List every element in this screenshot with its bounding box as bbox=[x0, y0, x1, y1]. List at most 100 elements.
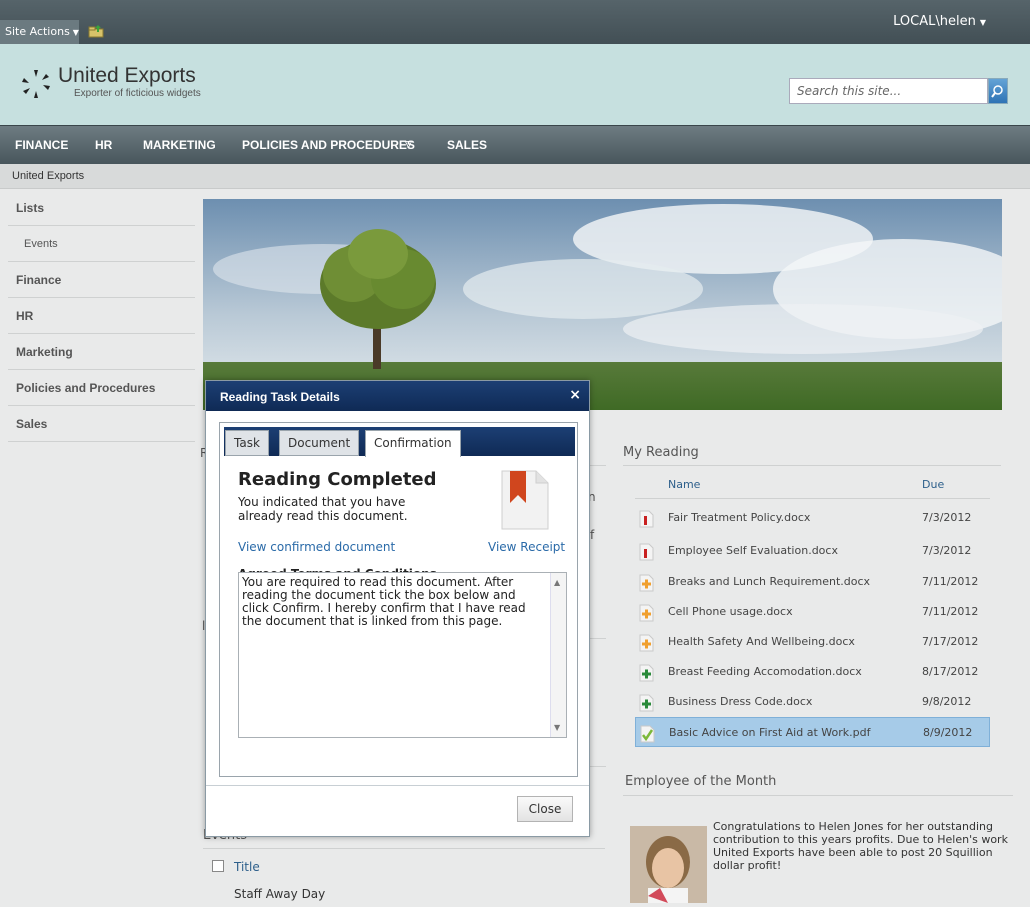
document-status-icon bbox=[639, 694, 654, 712]
reading-due-date: 8/17/2012 bbox=[922, 665, 979, 678]
reading-completed-description: You indicated that you have already read… bbox=[238, 495, 408, 523]
reading-due-date: 8/9/2012 bbox=[923, 726, 973, 739]
reading-row[interactable]: Basic Advice on First Aid at Work.pdf 8/9… bbox=[635, 717, 990, 747]
leftnav-marketing[interactable]: Marketing bbox=[8, 334, 195, 370]
tab-task[interactable]: Task bbox=[225, 430, 269, 456]
reading-due-date: 7/11/2012 bbox=[922, 575, 979, 588]
reading-doc-name[interactable]: Business Dress Code.docx bbox=[668, 695, 812, 708]
tab-confirmation[interactable]: Confirmation bbox=[365, 430, 461, 457]
divider bbox=[203, 848, 605, 849]
document-status-icon bbox=[639, 574, 654, 592]
document-status-icon bbox=[639, 604, 654, 622]
divider bbox=[590, 465, 606, 466]
leftnav-events[interactable]: Events bbox=[8, 226, 195, 262]
receipt-icon[interactable] bbox=[498, 469, 550, 531]
divider bbox=[590, 638, 606, 639]
banner-image bbox=[203, 199, 1002, 410]
nav-finance[interactable]: FINANCE bbox=[15, 138, 68, 152]
leftnav-sales[interactable]: Sales bbox=[8, 406, 195, 442]
divider bbox=[590, 766, 606, 767]
site-actions-label: Site Actions bbox=[5, 25, 70, 38]
close-button[interactable]: Close bbox=[517, 796, 573, 822]
scroll-down-icon[interactable]: ▼ bbox=[554, 721, 560, 734]
navigate-up-icon[interactable] bbox=[88, 24, 104, 38]
document-status-icon bbox=[639, 543, 654, 561]
leftnav-policies[interactable]: Policies and Procedures bbox=[8, 370, 195, 406]
tab-strip: Task Document Confirmation bbox=[224, 427, 575, 457]
column-header-title[interactable]: Title bbox=[234, 860, 260, 874]
document-status-icon bbox=[639, 664, 654, 682]
chevron-down-icon: ▼ bbox=[72, 28, 79, 37]
reading-due-date: 7/3/2012 bbox=[922, 544, 972, 557]
site-title[interactable]: United Exports bbox=[58, 64, 196, 88]
select-all-checkbox[interactable] bbox=[212, 860, 224, 872]
site-subtitle: Exporter of ficticious widgets bbox=[74, 88, 201, 99]
reading-doc-name[interactable]: Employee Self Evaluation.docx bbox=[668, 544, 838, 557]
reading-due-date: 7/3/2012 bbox=[922, 511, 972, 524]
employee-photo bbox=[630, 826, 707, 903]
breadcrumb-bar bbox=[0, 164, 1030, 189]
top-ribbon bbox=[0, 0, 1030, 44]
top-navigation: FINANCE HR MARKETING POLICIES AND PROCED… bbox=[0, 125, 1030, 164]
event-item[interactable]: Staff Away Day bbox=[234, 887, 325, 901]
dialog-content: Task Document Confirmation Reading Compl… bbox=[219, 422, 578, 777]
reading-due-date: 9/8/2012 bbox=[922, 695, 972, 708]
reading-doc-name[interactable]: Fair Treatment Policy.docx bbox=[668, 511, 810, 524]
user-menu[interactable]: LOCAL\helen ▼ bbox=[893, 14, 986, 29]
site-actions-menu[interactable]: Site Actions ▼ bbox=[0, 20, 79, 44]
reading-doc-name[interactable]: Breast Feeding Accomodation.docx bbox=[668, 665, 862, 678]
divider bbox=[635, 498, 990, 499]
leftnav-finance[interactable]: Finance bbox=[8, 262, 195, 298]
employee-of-month-title: Employee of the Month bbox=[625, 774, 777, 789]
reading-due-date: 7/11/2012 bbox=[922, 605, 979, 618]
close-icon[interactable]: × bbox=[569, 387, 581, 403]
reading-row[interactable]: Health Safety And Wellbeing.docx 7/17/201… bbox=[635, 627, 990, 657]
my-reading-title: My Reading bbox=[623, 445, 699, 460]
leftnav-hr[interactable]: HR bbox=[8, 298, 195, 334]
company-logo-icon bbox=[22, 70, 50, 98]
document-status-icon bbox=[640, 725, 655, 743]
document-status-icon bbox=[639, 510, 654, 528]
reading-row[interactable]: Cell Phone usage.docx 7/11/2012 bbox=[635, 597, 990, 627]
divider bbox=[206, 785, 589, 786]
search-button[interactable] bbox=[988, 78, 1008, 104]
leftnav-lists[interactable]: Lists bbox=[8, 190, 195, 226]
reading-task-dialog: Reading Task Details × Task Document Con… bbox=[205, 380, 590, 837]
nav-marketing[interactable]: MARKETING bbox=[143, 138, 216, 152]
text-fragment: f bbox=[590, 528, 595, 542]
left-navigation: Lists Events Finance HR Marketing Polici… bbox=[8, 190, 195, 442]
reading-doc-name[interactable]: Breaks and Lunch Requirement.docx bbox=[668, 575, 870, 588]
reading-completed-heading: Reading Completed bbox=[238, 469, 437, 490]
terms-text: You are required to read this document. … bbox=[242, 575, 526, 628]
reading-due-date: 7/17/2012 bbox=[922, 635, 979, 648]
nav-hr[interactable]: HR bbox=[95, 138, 112, 152]
view-confirmed-document-link[interactable]: View confirmed document bbox=[238, 540, 395, 554]
tab-document[interactable]: Document bbox=[279, 430, 360, 456]
reading-row[interactable]: Fair Treatment Policy.docx 7/3/2012 bbox=[635, 503, 990, 533]
document-status-icon bbox=[639, 634, 654, 652]
employee-of-month-text: Congratulations to Helen Jones for her o… bbox=[713, 820, 1008, 872]
scroll-up-icon[interactable]: ▲ bbox=[554, 576, 560, 589]
chevron-down-icon: ▼ bbox=[979, 18, 986, 27]
reading-doc-name[interactable]: Cell Phone usage.docx bbox=[668, 605, 793, 618]
column-header-name[interactable]: Name bbox=[668, 478, 700, 491]
search-icon bbox=[991, 85, 1003, 98]
dialog-title: Reading Task Details bbox=[206, 381, 589, 411]
terms-textarea[interactable]: You are required to read this document. … bbox=[238, 572, 567, 738]
terms-scrollbar[interactable]: ▲ ▼ bbox=[550, 573, 566, 737]
nav-policies[interactable]: POLICIES AND PROCEDURES bbox=[242, 138, 415, 152]
nav-sales[interactable]: SALES bbox=[447, 138, 487, 152]
reading-row[interactable]: Employee Self Evaluation.docx 7/3/2012 bbox=[635, 536, 990, 566]
column-header-due[interactable]: Due bbox=[922, 478, 944, 491]
search-input[interactable]: Search this site... bbox=[789, 78, 988, 104]
reading-row[interactable]: Business Dress Code.docx 9/8/2012 bbox=[635, 687, 990, 717]
divider bbox=[623, 465, 1001, 466]
chevron-down-icon: ▽ bbox=[405, 139, 412, 149]
reading-doc-name[interactable]: Basic Advice on First Aid at Work.pdf bbox=[669, 726, 870, 739]
reading-row[interactable]: Breast Feeding Accomodation.docx 8/17/201… bbox=[635, 657, 990, 687]
reading-row[interactable]: Breaks and Lunch Requirement.docx 7/11/20… bbox=[635, 567, 990, 597]
breadcrumb[interactable]: United Exports bbox=[12, 170, 84, 182]
user-name: LOCAL\helen bbox=[893, 14, 976, 29]
reading-doc-name[interactable]: Health Safety And Wellbeing.docx bbox=[668, 635, 855, 648]
view-receipt-link[interactable]: View Receipt bbox=[488, 540, 565, 554]
